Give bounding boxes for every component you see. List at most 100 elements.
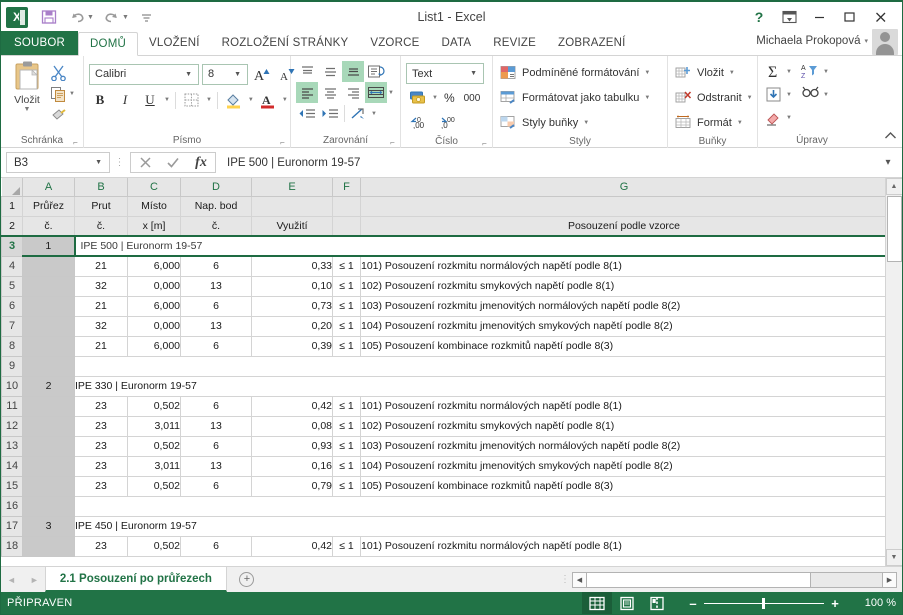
tab-vzorce[interactable]: VZORCE	[359, 31, 430, 55]
cell-E6[interactable]: 0,73	[251, 295, 333, 317]
cell-B2[interactable]: č.	[74, 215, 128, 237]
cell-B14[interactable]: 23	[74, 455, 128, 477]
clear-dropdown-icon[interactable]: ▼	[786, 115, 792, 121]
cell-B16[interactable]	[74, 495, 885, 517]
column-header-G[interactable]: G	[360, 178, 885, 197]
horizontal-scroll-track[interactable]	[587, 571, 882, 588]
cell-A4[interactable]	[22, 255, 75, 277]
cell-F15[interactable]: ≤ 1	[332, 475, 361, 497]
sheet-next-icon[interactable]: ►	[30, 575, 39, 585]
cell-E1[interactable]	[251, 195, 333, 217]
borders-dropdown-icon[interactable]: ▼	[206, 97, 212, 103]
cell-styles-dropdown-icon[interactable]: ▼	[583, 120, 589, 126]
row-header-16[interactable]: 16	[1, 495, 23, 517]
cell-D6[interactable]: 6	[180, 295, 252, 317]
sort-filter-icon[interactable]: AZ	[800, 61, 822, 82]
clipboard-dialog-launcher-icon[interactable]: ⌐	[71, 138, 80, 147]
cell-E12[interactable]: 0,08	[251, 415, 333, 437]
vertical-scroll-thumb[interactable]	[886, 196, 902, 262]
cell-F6[interactable]: ≤ 1	[332, 295, 361, 317]
cell-E11[interactable]: 0,42	[251, 395, 333, 417]
cell-D2[interactable]: č.	[180, 215, 252, 237]
clear-icon[interactable]	[763, 107, 785, 128]
delete-cells-button[interactable]: Odstranit ▼	[673, 86, 753, 109]
cell-F1[interactable]	[332, 195, 361, 217]
fill-down-icon[interactable]	[763, 84, 785, 105]
fill-dropdown-icon[interactable]: ▼	[786, 92, 792, 98]
row-header-6[interactable]: 6	[1, 295, 23, 317]
increase-decimal-icon[interactable]: ,00 0	[406, 113, 432, 134]
cell-G12[interactable]: 102) Posouzení rozkmitu smykových napětí…	[360, 415, 885, 437]
cell-B7[interactable]: 32	[74, 315, 128, 337]
cell-A18[interactable]	[22, 535, 75, 557]
wrap-text-icon[interactable]	[348, 103, 370, 124]
format-cells-dropdown-icon[interactable]: ▼	[737, 120, 743, 126]
page-layout-icon[interactable]	[612, 592, 642, 614]
row-header-7[interactable]: 7	[1, 315, 23, 337]
cell-A2[interactable]: č.	[22, 215, 75, 237]
cell-F18[interactable]: ≤ 1	[332, 535, 361, 557]
format-painter-button[interactable]	[50, 105, 75, 124]
percent-style-button[interactable]: %	[441, 88, 458, 109]
copy-button[interactable]: ▼	[50, 84, 75, 103]
cell-A7[interactable]	[22, 315, 75, 337]
cell-B8[interactable]: 21	[74, 335, 128, 357]
row-header-3[interactable]: 3	[1, 235, 23, 257]
tab-soubor[interactable]: SOUBOR	[1, 31, 79, 55]
zoom-slider-track[interactable]	[704, 597, 824, 609]
column-header-B[interactable]: B	[74, 178, 128, 197]
cell-B17-merged[interactable]: IPE 450 | Euronorm 19-57	[74, 515, 885, 537]
cell-F4[interactable]: ≤ 1	[332, 255, 361, 277]
row-header-18[interactable]: 18	[1, 535, 23, 557]
cell-A6[interactable]	[22, 295, 75, 317]
cell-F5[interactable]: ≤ 1	[332, 275, 361, 297]
delete-cells-dropdown-icon[interactable]: ▼	[747, 95, 753, 101]
number-dialog-launcher-icon[interactable]: ⌐	[480, 139, 489, 148]
number-format-combo[interactable]: Text ▼	[406, 63, 484, 84]
tab-domu[interactable]: DOMŮ	[78, 32, 138, 56]
zoom-control[interactable]: – +	[684, 596, 844, 611]
row-header-1[interactable]: 1	[1, 195, 23, 217]
align-middle-icon[interactable]	[319, 61, 341, 82]
cell-E15[interactable]: 0,79	[251, 475, 333, 497]
font-family-dropdown-icon[interactable]: ▼	[181, 71, 196, 78]
tab-revize[interactable]: REVIZE	[482, 31, 547, 55]
cell-E13[interactable]: 0,93	[251, 435, 333, 457]
cell-B5[interactable]: 32	[74, 275, 128, 297]
cell-B11[interactable]: 23	[74, 395, 128, 417]
cell-C8[interactable]: 6,000	[127, 335, 181, 357]
sheet-tab-active[interactable]: 2.1 Posouzení po průřezech	[44, 567, 227, 592]
user-account[interactable]: Michaela Prokopová ▾	[756, 29, 902, 55]
format-as-table-dropdown-icon[interactable]: ▼	[644, 95, 650, 101]
fill-color-dropdown-icon[interactable]: ▼	[248, 97, 254, 103]
cell-B12[interactable]: 23	[74, 415, 128, 437]
alignment-dialog-launcher-icon[interactable]: ⌐	[388, 138, 397, 147]
zoom-level-label[interactable]: 100 %	[856, 597, 896, 609]
format-cells-button[interactable]: Formát ▼	[673, 111, 743, 134]
confirm-entry-icon[interactable]	[159, 153, 187, 172]
close-button[interactable]	[864, 4, 898, 30]
cell-F13[interactable]: ≤ 1	[332, 435, 361, 457]
row-header-17[interactable]: 17	[1, 515, 23, 537]
hscroll-left-icon[interactable]: ◀	[572, 571, 587, 588]
cell-G18[interactable]: 101) Posouzení rozkmitu normálových napě…	[360, 535, 885, 557]
cell-E7[interactable]: 0,20	[251, 315, 333, 337]
column-header-F[interactable]: F	[332, 178, 361, 197]
cell-A13[interactable]	[22, 435, 75, 457]
row-header-4[interactable]: 4	[1, 255, 23, 277]
underline-dropdown-icon[interactable]: ▼	[164, 97, 170, 103]
cell-A3[interactable]: 1	[22, 235, 75, 257]
customize-qat-icon[interactable]	[134, 5, 160, 29]
cell-C7[interactable]: 0,000	[127, 315, 181, 337]
find-select-icon[interactable]	[800, 84, 822, 105]
ribbon-display-options-icon[interactable]	[774, 4, 804, 30]
name-box[interactable]: B3 ▼	[6, 152, 110, 173]
cell-C18[interactable]: 0,502	[127, 535, 181, 557]
cell-D11[interactable]: 6	[180, 395, 252, 417]
zoom-in-button[interactable]: +	[826, 596, 844, 611]
cell-D8[interactable]: 6	[180, 335, 252, 357]
font-color-icon[interactable]: A	[257, 90, 279, 111]
cell-E5[interactable]: 0,10	[251, 275, 333, 297]
font-dialog-launcher-icon[interactable]: ⌐	[278, 138, 287, 147]
cell-G7[interactable]: 104) Posouzení rozkmitu jmenovitých smyk…	[360, 315, 885, 337]
